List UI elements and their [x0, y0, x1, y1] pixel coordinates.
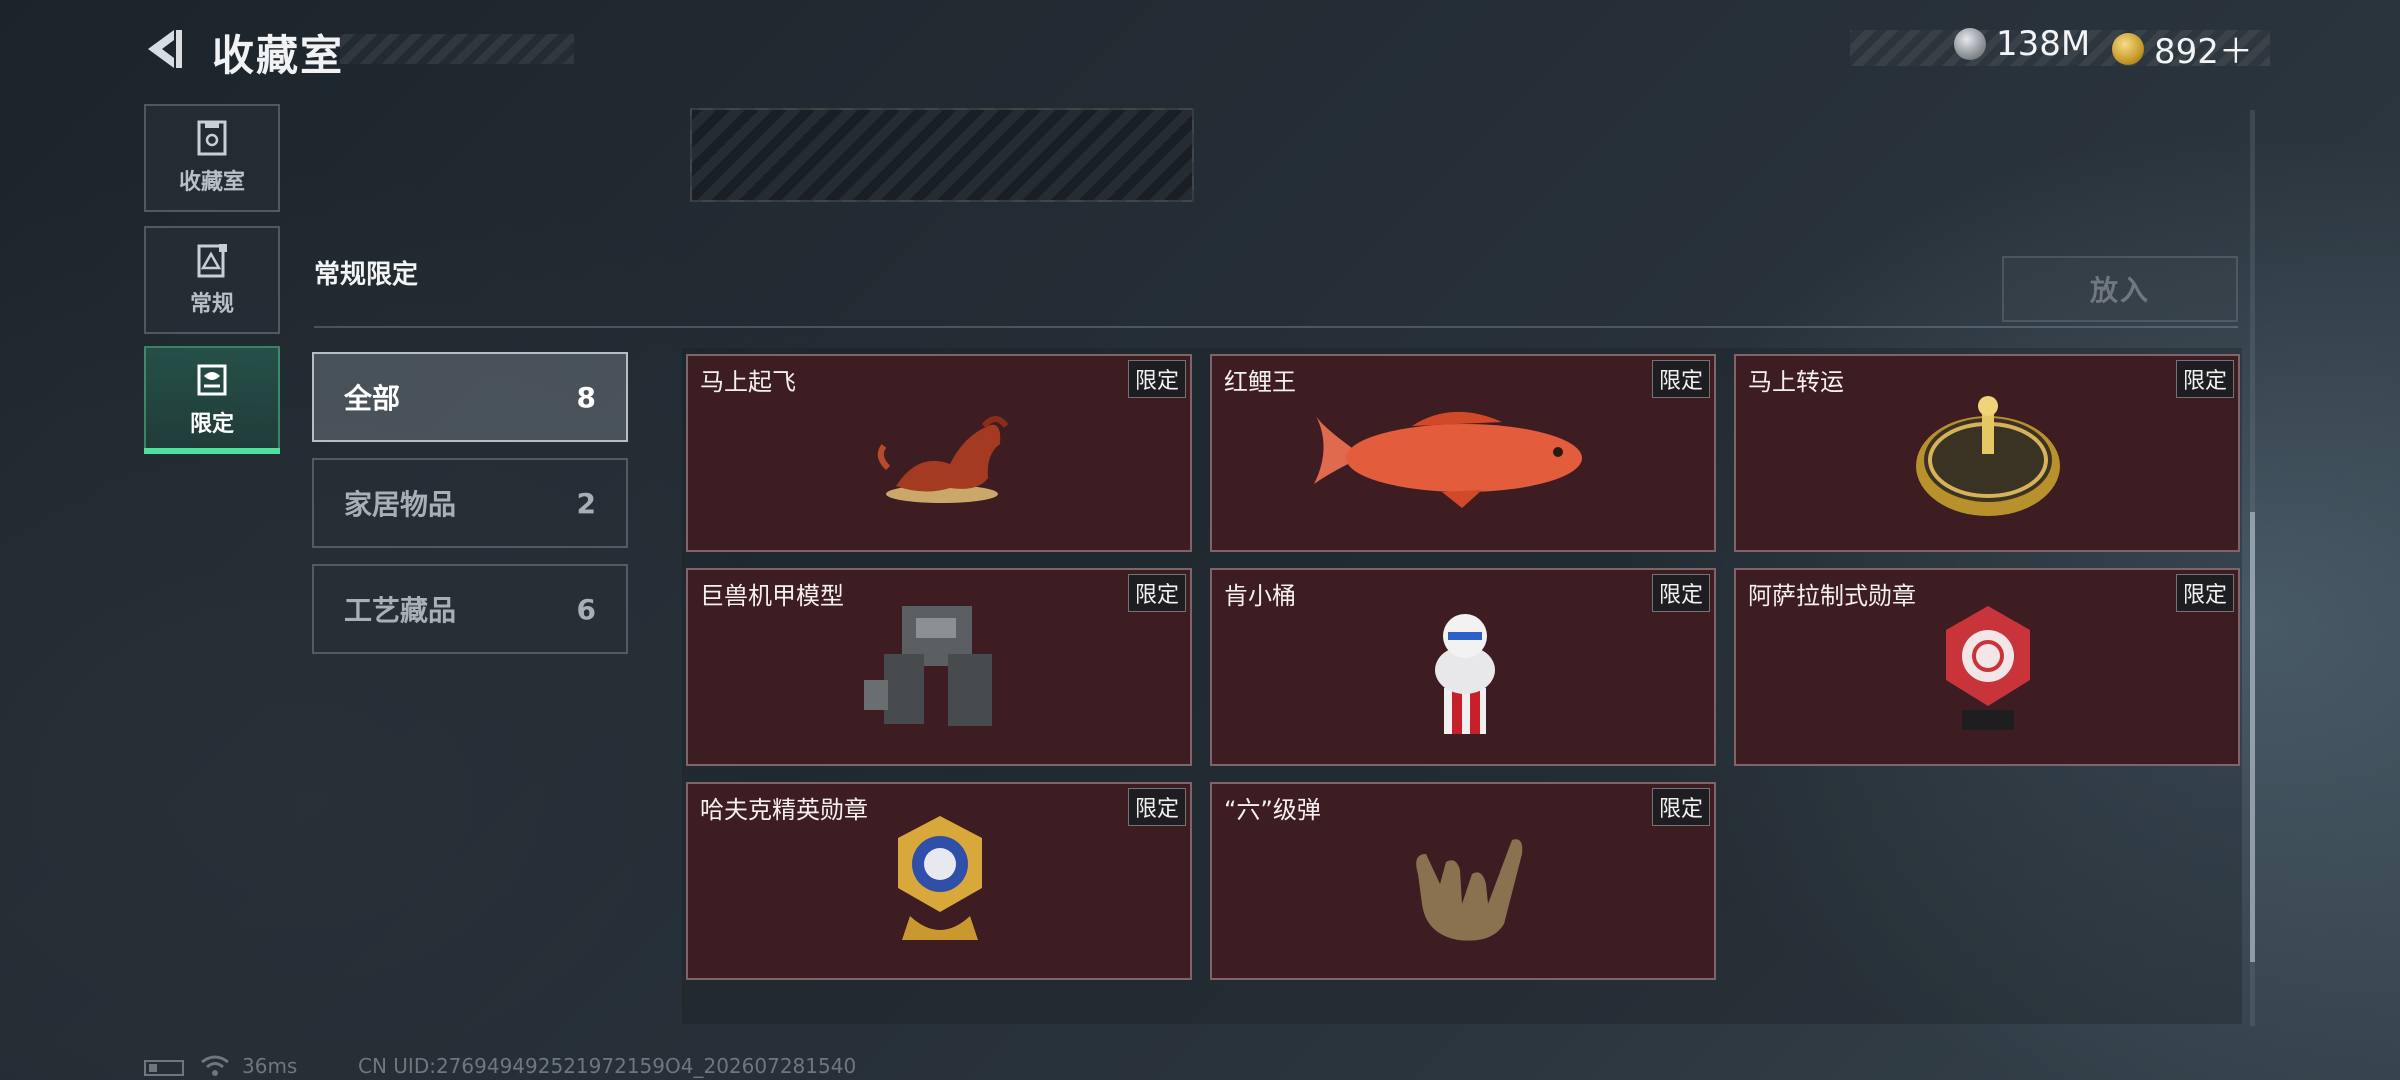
- item-card[interactable]: “六”级弹 限定: [1210, 782, 1716, 980]
- nav-item-regular[interactable]: 常规: [144, 226, 280, 334]
- silver-currency-value: 138M: [1996, 24, 2091, 64]
- filter-count: 6: [576, 592, 596, 626]
- section-title: 常规限定: [314, 260, 419, 290]
- item-card[interactable]: 巨兽机甲模型 限定: [686, 568, 1192, 766]
- limited-badge: 限定: [1127, 788, 1186, 826]
- gold-currency-value: 892＋: [2154, 32, 2253, 72]
- limited-badge: 限定: [1127, 360, 1186, 398]
- item-card[interactable]: 阿萨拉制式勋章 限定: [1734, 568, 2240, 766]
- item-card[interactable]: 马上起飞 限定: [686, 354, 1192, 552]
- limited-badge: 限定: [1651, 788, 1710, 826]
- item-name: 哈夫克精英勋章: [700, 796, 868, 824]
- silver-currency: 138M: [1954, 24, 2090, 64]
- filter-count: 2: [576, 486, 596, 520]
- scrollbar-thumb[interactable]: [2250, 512, 2255, 962]
- limited-badge: 限定: [2175, 360, 2234, 398]
- regular-card-icon: [197, 244, 227, 278]
- item-card[interactable]: 马上转运 限定: [1734, 354, 2240, 552]
- section-divider: [314, 326, 2238, 328]
- title-stripe-decoration: [340, 34, 574, 64]
- featured-banner-placeholder: [690, 108, 1194, 202]
- filter-label: 工艺藏品: [344, 594, 457, 627]
- filter-home-items[interactable]: 家居物品 2: [312, 458, 628, 548]
- nav-active-indicator: [144, 448, 280, 454]
- filter-all[interactable]: 全部 8: [312, 352, 628, 442]
- collection-room-icon: [197, 120, 227, 156]
- nav-label-regular: 常规: [189, 292, 234, 317]
- battery-icon: [144, 1060, 184, 1076]
- limited-badge: 限定: [2175, 574, 2234, 612]
- item-name: 阿萨拉制式勋章: [1748, 582, 1916, 610]
- item-card[interactable]: 哈夫克精英勋章 限定: [686, 782, 1192, 980]
- item-name: 肯小桶: [1224, 582, 1296, 610]
- silver-coin-icon: [1954, 28, 1986, 60]
- gold-coin-icon: [2112, 32, 2144, 65]
- filter-label: 全部: [344, 382, 401, 415]
- page-title: 收藏室: [212, 31, 345, 80]
- nav-item-limited[interactable]: 限定: [144, 346, 280, 454]
- limited-badge: 限定: [1651, 360, 1710, 398]
- back-button[interactable]: [140, 24, 190, 74]
- nav-item-collection-room[interactable]: 收藏室: [144, 104, 280, 212]
- item-name: 马上起飞: [700, 368, 796, 396]
- back-arrow-icon: [148, 30, 182, 68]
- nav-label-collection-room: 收藏室: [178, 170, 245, 195]
- filter-label: 家居物品: [344, 488, 457, 521]
- filter-count: 8: [576, 380, 596, 414]
- item-card[interactable]: 肯小桶 限定: [1210, 568, 1716, 766]
- item-name: 马上转运: [1748, 368, 1844, 396]
- item-name: “六”级弹: [1224, 796, 1321, 824]
- nav-label-limited: 限定: [189, 412, 234, 437]
- uid-text: CN UID:276949492521972159O4_202607281540: [358, 1054, 857, 1078]
- item-name: 巨兽机甲模型: [700, 582, 844, 610]
- ping-text: 36ms: [242, 1054, 298, 1078]
- put-in-button[interactable]: 放入: [2002, 256, 2238, 322]
- item-name: 红鲤王: [1224, 368, 1296, 396]
- wifi-icon: [201, 1055, 229, 1076]
- limited-badge: 限定: [1127, 574, 1186, 612]
- gold-currency[interactable]: 892＋: [2112, 24, 2253, 73]
- limited-badge: 限定: [1651, 574, 1710, 612]
- item-card[interactable]: 红鲤王 限定: [1210, 354, 1716, 552]
- filter-craft-items[interactable]: 工艺藏品 6: [312, 564, 628, 654]
- limited-card-icon: [197, 364, 227, 396]
